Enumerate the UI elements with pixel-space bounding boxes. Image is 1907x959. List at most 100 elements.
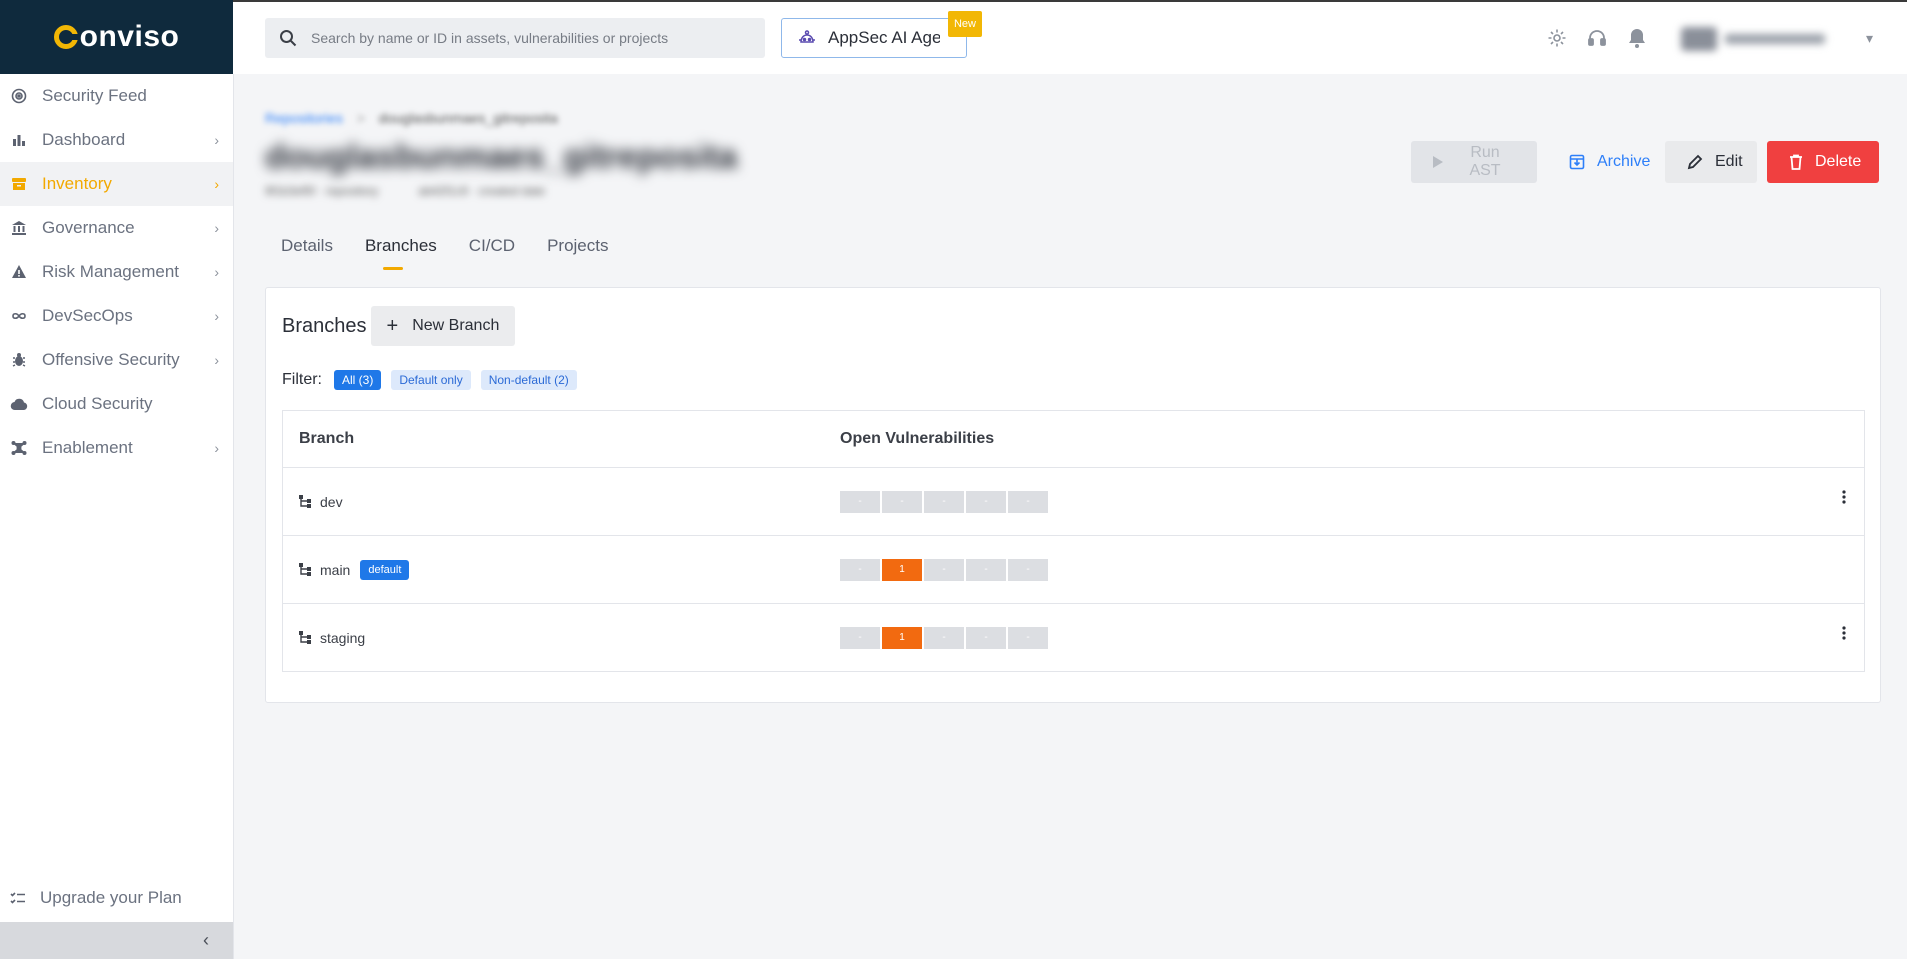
tab-projects[interactable]: Projects [531,226,624,270]
vuln-count-medium: - [924,558,964,581]
vuln-count-low: - [966,558,1006,581]
nav-item-risk-management[interactable]: Risk Management › [0,250,233,294]
table-row[interactable]: dev - - - - - [283,468,1864,536]
nav-item-label: Cloud Security [42,394,153,413]
checklist-icon [10,890,26,906]
global-search[interactable] [265,18,765,58]
run-ast-button[interactable]: Run AST [1411,141,1537,183]
filter-label: Filter: [282,371,322,388]
branches-title: Branches [282,314,367,337]
nav-item-cloud-security[interactable]: Cloud Security [0,382,233,426]
upgrade-plan-label: Upgrade your Plan [40,888,182,907]
chevron-right-icon: › [214,264,219,280]
topbar: AppSec AI Agent New ▾ [233,0,1907,74]
vuln-count-high: 1 [882,626,922,649]
nav-item-label: Inventory [42,174,112,193]
asset-tabs: Details Branches CI/CD Projects [265,226,625,270]
bug-icon [10,351,28,369]
nav-item-inventory[interactable]: Inventory › [0,162,233,206]
nav-item-label: Governance [42,218,135,237]
more-vertical-icon[interactable] [1842,626,1846,640]
branch-filter: Filter: All (3) Default only Non-default… [282,370,577,390]
chevron-down-icon[interactable]: ▾ [1866,30,1873,47]
appsec-ai-agent-label: AppSec AI Agent [828,28,940,47]
default-badge: default [360,559,410,580]
vulnerability-counts: - 1 - - - [840,626,1048,649]
new-branch-button[interactable]: + New Branch [370,306,516,346]
nav-item-label: Dashboard [42,130,126,149]
gear-icon[interactable] [1545,26,1569,50]
nav-item-enablement[interactable]: Enablement › [0,426,233,470]
breadcrumb-separator: > [356,110,365,126]
tab-ci-cd[interactable]: CI/CD [453,226,531,270]
table-row[interactable]: main default - 1 - - - [283,536,1864,604]
vuln-count-high: - [882,490,922,513]
edit-label: Edit [1715,153,1743,170]
chevron-left-icon: ‹ [203,930,209,950]
tab-branches[interactable]: Branches [349,226,453,270]
breadcrumb: Repositories > douglasbunmaes_gitreposit… [265,110,558,126]
archive-icon [1569,154,1585,170]
pencil-icon [1687,154,1703,170]
sidebar-collapse-button[interactable]: ‹ [0,922,233,959]
chevron-right-icon: › [214,132,219,148]
vuln-count-info: - [1008,626,1048,649]
nav-item-label: Risk Management [42,262,180,281]
sidebar: onviso Security Feed Dashboard › Invento… [0,0,234,959]
new-badge: New [947,11,982,37]
conviso-logo[interactable]: onviso [53,20,180,54]
filter-chip-default-only[interactable]: Default only [391,370,471,390]
bar-chart-icon [10,131,28,149]
headset-icon[interactable] [1585,26,1609,50]
branch-cell: dev [283,494,840,510]
vuln-count-info: - [1008,558,1048,581]
search-input[interactable] [309,29,733,47]
radar-icon [10,87,28,105]
logo-text: onviso [79,20,180,53]
archive-button[interactable]: Archive [1547,141,1655,183]
filter-chip-non-default[interactable]: Non-default (2) [480,370,577,390]
avatar [1681,27,1717,51]
nav-item-security-feed[interactable]: Security Feed [0,74,233,118]
infinity-icon [10,307,28,325]
vulnerability-counts: - 1 - - - [840,558,1048,581]
nav-item-dashboard[interactable]: Dashboard › [0,118,233,162]
nav-item-label: Offensive Security [42,350,180,369]
nav-item-offensive-security[interactable]: Offensive Security › [0,338,233,382]
appsec-ai-agent-button[interactable]: AppSec AI Agent New [781,11,982,58]
nav-item-label: Enablement [42,438,133,457]
chevron-right-icon: › [214,220,219,236]
logo-mark-icon [53,25,79,49]
vulnerability-counts: - - - - - [840,490,1048,513]
filter-chip-all[interactable]: All (3) [334,370,382,390]
bell-icon[interactable] [1625,26,1649,50]
nav-item-governance[interactable]: Governance › [0,206,233,250]
table-row[interactable]: staging - 1 - - - [283,604,1864,671]
nav-item-devsecops[interactable]: DevSecOps › [0,294,233,338]
page-actions: Run AST Archive Edit Delete [1411,141,1879,183]
vuln-count-low: - [966,490,1006,513]
tab-details[interactable]: Details [265,226,349,270]
breadcrumb-link-repositories[interactable]: Repositories [265,110,343,126]
chevron-right-icon: › [214,308,219,324]
asset-meta: 9f1b3ef5f · repository ab42f1c9 · create… [265,184,545,198]
branch-cell: main default [283,559,840,580]
table-header: Branch Open Vulnerabilities [283,411,1864,468]
cloud-icon [10,395,28,413]
breadcrumb-current: douglasbunmaes_gitreposita [378,110,558,126]
branches-card-header: Branches + New Branch [282,306,516,346]
robot-icon [798,30,816,46]
bank-icon [10,219,28,237]
delete-button[interactable]: Delete [1767,141,1879,183]
upgrade-plan-link[interactable]: Upgrade your Plan [0,876,233,920]
edit-button[interactable]: Edit [1665,141,1757,183]
play-icon [1433,156,1443,168]
nav-item-label: DevSecOps [42,306,133,325]
asset-meta-1: 9f1b3ef5f · repository [265,184,379,198]
column-header-branch[interactable]: Branch [283,430,840,448]
chevron-right-icon: › [214,440,219,456]
branch-tree-icon [299,495,312,508]
user-menu[interactable] [1681,24,1861,54]
more-vertical-icon[interactable] [1842,490,1846,504]
brand-header: onviso [0,0,233,74]
